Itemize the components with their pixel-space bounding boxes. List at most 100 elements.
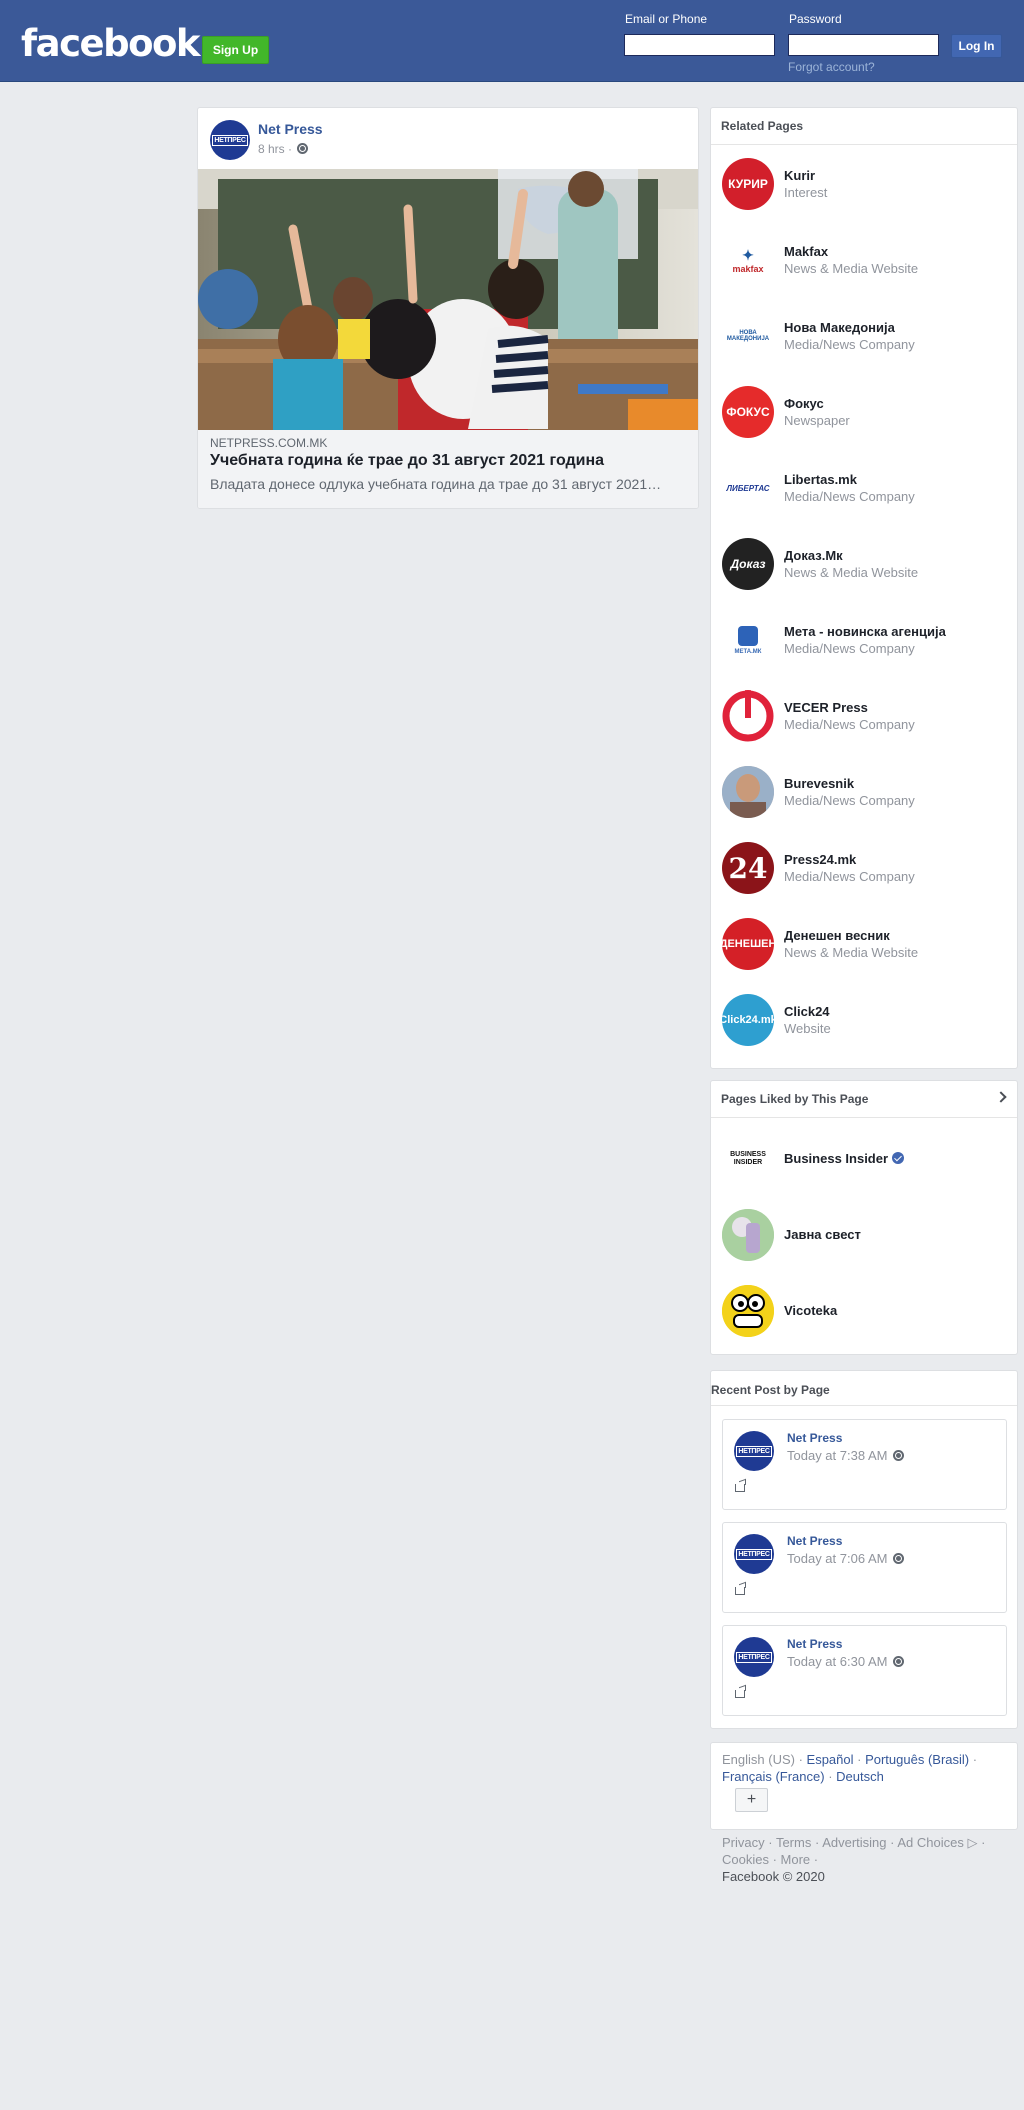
post-time: 8 hrs · — [258, 142, 296, 156]
related-pages-title: Related Pages — [711, 108, 1017, 145]
liked-page-name[interactable]: Business Insider — [784, 1151, 905, 1166]
related-page-name[interactable]: Мета - новинска агенција — [784, 624, 946, 639]
related-page-item[interactable]: МЕТА.МК Мета - новинска агенција Media/N… — [722, 614, 1012, 668]
related-page-name[interactable]: Makfax — [784, 244, 828, 259]
liked-page-item[interactable]: Јавна свест — [722, 1209, 1012, 1263]
related-page-name[interactable]: Kurir — [784, 168, 815, 183]
language-link-pt[interactable]: Português (Brasil) — [865, 1752, 969, 1767]
related-page-name[interactable]: Libertas.mk — [784, 472, 857, 487]
language-line-2: Français (France) · Deutsch — [722, 1769, 884, 1784]
language-link-de[interactable]: Deutsch — [836, 1769, 884, 1784]
log-in-button[interactable]: Log In — [951, 34, 1002, 58]
liked-page-item[interactable]: Vicoteka — [722, 1285, 1012, 1339]
cookies-link[interactable]: Cookies — [722, 1852, 769, 1867]
recent-post-page-name[interactable]: Net Press — [787, 1534, 842, 1548]
recent-post-time[interactable]: Today at 6:30 AM — [787, 1654, 905, 1669]
related-page-item[interactable]: КУРИР Kurir Interest — [722, 158, 1012, 212]
related-page-item[interactable]: ДЕНЕШЕН Денешен весник News & Media Webs… — [722, 918, 1012, 972]
related-page-item[interactable]: ЛИБЕРТАС Libertas.mk Media/News Company — [722, 462, 1012, 516]
related-page-name[interactable]: Нова Македонија — [784, 320, 895, 335]
pages-liked-title-text: Pages Liked by This Page — [721, 1092, 869, 1106]
more-link[interactable]: More — [781, 1852, 811, 1867]
share-icon[interactable] — [735, 1484, 745, 1492]
recent-post-page-name[interactable]: Net Press — [787, 1637, 842, 1651]
recent-post-card[interactable]: НЕТПРЕС Net Press Today at 6:30 AM — [722, 1625, 1007, 1716]
meta-avatar: МЕТА.МК — [722, 614, 774, 666]
net-press-avatar[interactable]: НЕТПРЕС — [734, 1431, 774, 1471]
language-link-es[interactable]: Español — [807, 1752, 854, 1767]
facebook-logo[interactable]: facebook — [21, 22, 201, 65]
related-page-category: Media/News Company — [784, 641, 915, 656]
related-page-category: Media/News Company — [784, 717, 915, 732]
related-pages-panel: Related Pages КУРИР Kurir Interest ✦ makf… — [710, 107, 1018, 1069]
sign-up-button[interactable]: Sign Up — [202, 36, 269, 64]
share-icon[interactable] — [735, 1690, 745, 1698]
related-page-category: Media/News Company — [784, 793, 915, 808]
globe-icon — [297, 143, 309, 154]
click24-avatar: Click24.mk — [722, 994, 774, 1046]
related-page-item[interactable]: Burevesnik Media/News Company — [722, 766, 1012, 820]
link-preview[interactable]: NETPRESS.COM.MK Учебната година ќе трае … — [198, 430, 698, 508]
post-card: НЕТПРЕС Net Press 8 hrs · NETPRESS.COM.M… — [197, 107, 699, 509]
link-domain: NETPRESS.COM.MK — [210, 436, 328, 450]
share-icon[interactable] — [735, 1587, 745, 1595]
forgot-account-link[interactable]: Forgot account? — [788, 60, 875, 74]
dokaz-avatar: Доказ — [722, 538, 774, 590]
related-page-item[interactable]: 24 Press24.mk Media/News Company — [722, 842, 1012, 896]
email-label: Email or Phone — [625, 12, 708, 26]
post-avatar[interactable]: НЕТПРЕС — [210, 120, 250, 160]
language-selector: English (US) · Español · Português (Bras… — [710, 1742, 1018, 1830]
related-page-name[interactable]: Burevesnik — [784, 776, 854, 791]
avatar-logo-text: НЕТПРЕС — [212, 134, 248, 146]
password-field[interactable] — [788, 34, 939, 56]
net-press-avatar[interactable]: НЕТПРЕС — [734, 1637, 774, 1677]
related-page-name[interactable]: Фокус — [784, 396, 824, 411]
language-link-fr[interactable]: Français (France) — [722, 1769, 825, 1784]
kurir-avatar: КУРИР — [722, 158, 774, 210]
advertising-link[interactable]: Advertising — [822, 1835, 886, 1850]
recent-post-time[interactable]: Today at 7:06 AM — [787, 1551, 905, 1566]
recent-post-card[interactable]: НЕТПРЕС Net Press Today at 7:06 AM — [722, 1522, 1007, 1613]
net-press-avatar[interactable]: НЕТПРЕС — [734, 1534, 774, 1574]
recent-post-page-name[interactable]: Net Press — [787, 1431, 842, 1445]
related-page-name[interactable]: Денешен весник — [784, 928, 890, 943]
makfax-avatar: ✦ makfax — [722, 234, 774, 286]
related-page-item[interactable]: Click24.mk Click24 Website — [722, 994, 1012, 1048]
globe-icon — [893, 1553, 905, 1564]
privacy-link[interactable]: Privacy — [722, 1835, 765, 1850]
post-image[interactable] — [198, 169, 698, 430]
related-page-item[interactable]: VECER Press Media/News Company — [722, 690, 1012, 744]
liked-page-item[interactable]: BUSINESS INSIDER Business Insider — [722, 1133, 1012, 1187]
ad-choices-link[interactable]: Ad Choices — [897, 1835, 963, 1850]
related-page-item[interactable]: Доказ Доказ.Мк News & Media Website — [722, 538, 1012, 592]
related-page-name[interactable]: VECER Press — [784, 700, 868, 715]
recent-post-card[interactable]: НЕТПРЕС Net Press Today at 7:38 AM — [722, 1419, 1007, 1510]
vicoteka-avatar — [722, 1285, 774, 1337]
related-page-category: Interest — [784, 185, 828, 200]
liked-page-name[interactable]: Јавна свест — [784, 1227, 861, 1242]
top-bar: facebook Sign Up Email or Phone Password… — [0, 0, 1024, 82]
nova-makedonija-avatar: НОВА МАКЕДОНИЈА — [722, 310, 774, 362]
post-timestamp[interactable]: 8 hrs · — [258, 142, 309, 156]
liked-page-name[interactable]: Vicoteka — [784, 1303, 837, 1318]
verified-badge-icon — [892, 1152, 905, 1164]
email-field[interactable] — [624, 34, 775, 56]
terms-link[interactable]: Terms — [776, 1835, 811, 1850]
password-label: Password — [789, 12, 842, 26]
related-page-category: News & Media Website — [784, 565, 919, 580]
footer-links-1: Privacy · Terms · Advertising · Ad Choic… — [722, 1835, 986, 1850]
link-title: Учебната година ќе трае до 31 август 202… — [210, 452, 605, 469]
chevron-right-icon[interactable] — [995, 1091, 1007, 1103]
related-page-name[interactable]: Press24.mk — [784, 852, 856, 867]
related-page-name[interactable]: Click24 — [784, 1004, 830, 1019]
more-languages-button[interactable]: + — [735, 1788, 768, 1812]
related-page-item[interactable]: НОВА МАКЕДОНИЈА Нова Македонија Media/Ne… — [722, 310, 1012, 364]
related-page-name[interactable]: Доказ.Мк — [784, 548, 843, 563]
related-page-category: Website — [784, 1021, 831, 1036]
current-language: English (US) — [722, 1752, 795, 1767]
related-page-item[interactable]: ФОКУС Фокус Newspaper — [722, 386, 1012, 440]
recent-post-time[interactable]: Today at 7:38 AM — [787, 1448, 905, 1463]
related-page-item[interactable]: ✦ makfax Makfax News & Media Website — [722, 234, 1012, 288]
post-page-name[interactable]: Net Press — [258, 121, 323, 137]
deneshen-avatar: ДЕНЕШЕН — [722, 918, 774, 970]
